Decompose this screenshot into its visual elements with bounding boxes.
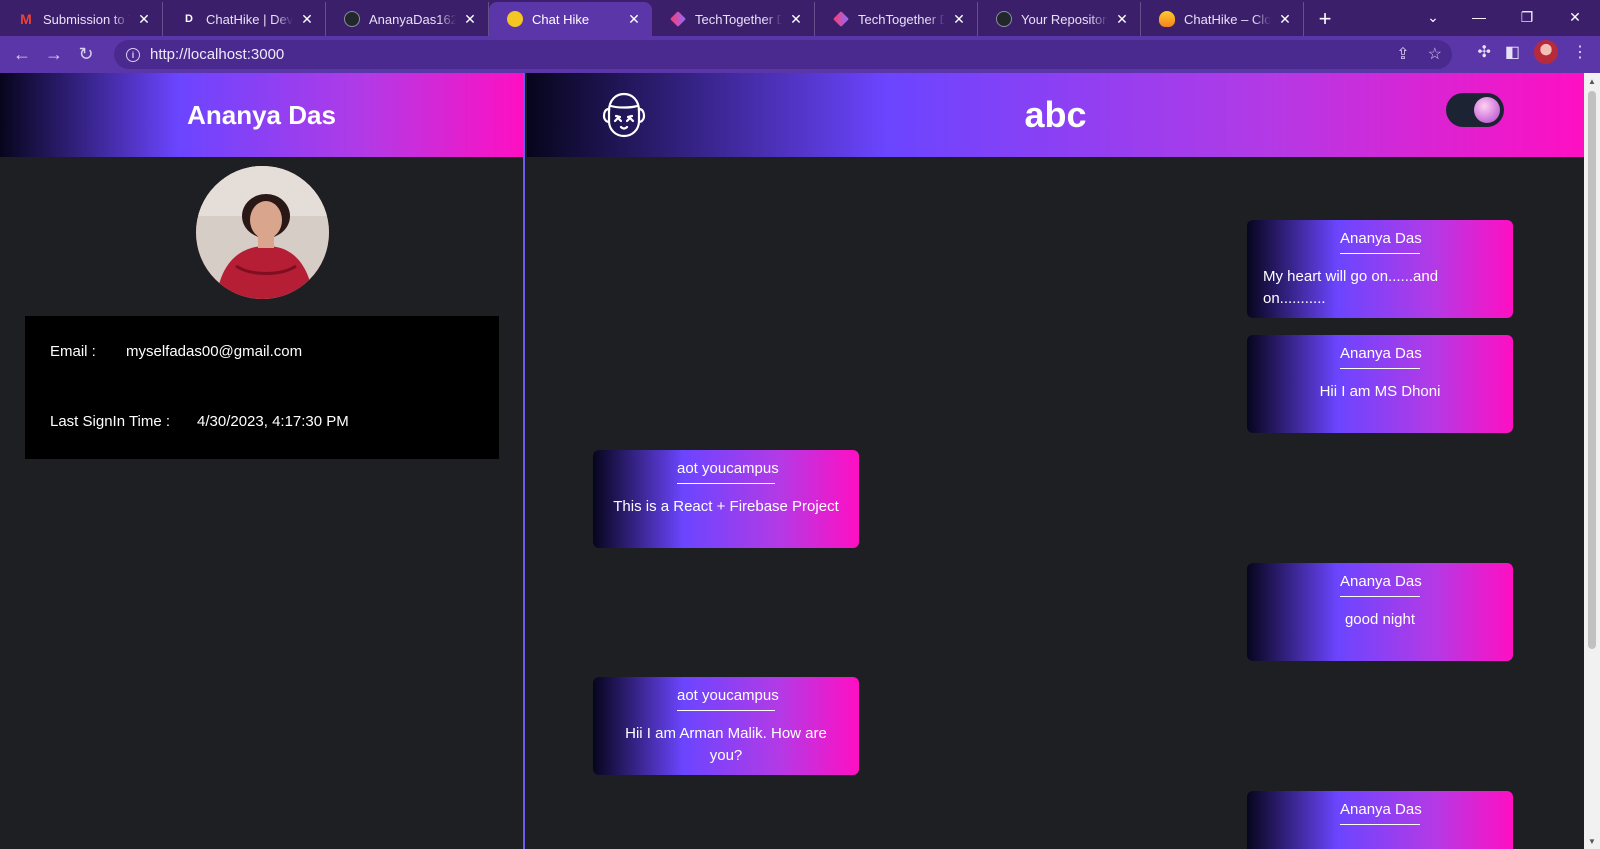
- tab-title: TechTogether Digital: [695, 11, 782, 27]
- message-bubble: aot youcampus This is a React + Firebase…: [593, 450, 859, 548]
- menu-kebab-icon[interactable]: ⋮: [1572, 42, 1588, 62]
- tab-firebase[interactable]: ChatHike – Cloud Firestore ✕: [1141, 2, 1304, 36]
- tab-github-repo[interactable]: AnanyaDas162/ChatHike ✕: [326, 2, 489, 36]
- share-icon[interactable]: ⇪: [1396, 44, 1409, 64]
- tab-your-repositories[interactable]: Your Repositories ✕: [978, 2, 1141, 36]
- tab-gmail[interactable]: M Submission to TechTogether ✕: [0, 2, 163, 36]
- message-bubble: aot youcampus Hii I am Arman Malik. How …: [593, 677, 859, 775]
- firebase-icon: [1159, 11, 1175, 27]
- profile-avatar: [196, 166, 329, 299]
- chat-app: Ananya Das Email : myselfadas00@gmail.co…: [0, 73, 1584, 849]
- email-value: myselfadas00@gmail.com: [126, 343, 303, 360]
- close-icon[interactable]: ✕: [1277, 11, 1293, 28]
- close-icon[interactable]: ✕: [136, 11, 152, 28]
- tab-techtogether-1[interactable]: TechTogether Digital ✕: [652, 2, 815, 36]
- email-label: Email :: [50, 343, 96, 360]
- message-sender: aot youcampus: [677, 687, 779, 711]
- profile-header: Ananya Das: [0, 73, 523, 157]
- tab-search-chevron-icon[interactable]: ⌄: [1410, 0, 1456, 34]
- window-close-button[interactable]: ✕: [1552, 0, 1598, 34]
- tab-title: Submission to TechTogether: [43, 11, 130, 27]
- message-bubble: Ananya Das: [1247, 791, 1513, 849]
- browser-toolbar: ← → ↻ i http://localhost:3000 ⇪ ☆ ✣ ◧ ⋮: [0, 36, 1600, 73]
- message-sender: Ananya Das: [1340, 345, 1422, 369]
- profile-name: Ananya Das: [187, 99, 336, 130]
- message-text: [1247, 825, 1513, 837]
- message-sender: Ananya Das: [1340, 230, 1422, 254]
- message-sender: Ananya Das: [1340, 573, 1422, 597]
- message-bubble: Ananya Das Hii I am MS Dhoni: [1247, 335, 1513, 433]
- tab-title: AnanyaDas162/ChatHike: [369, 11, 456, 27]
- tab-techtogether-2[interactable]: TechTogether Digital ✕: [815, 2, 978, 36]
- address-bar[interactable]: i http://localhost:3000 ⇪ ☆: [114, 40, 1452, 69]
- signin-value: 4/30/2023, 4:17:30 PM: [197, 413, 349, 430]
- message-bubble: Ananya Das My heart will go on......and …: [1247, 220, 1513, 318]
- profile-info-card: Email : myselfadas00@gmail.com Last Sign…: [25, 316, 499, 459]
- scrollbar-thumb[interactable]: [1588, 91, 1596, 649]
- tab-title: Your Repositories: [1021, 11, 1108, 27]
- message-text: This is a React + Firebase Project: [613, 498, 839, 515]
- scroll-up-icon[interactable]: ▲: [1584, 73, 1600, 89]
- chat-hike-icon: [507, 11, 523, 27]
- toggle-knob: [1474, 97, 1500, 123]
- close-icon[interactable]: ✕: [299, 11, 315, 28]
- profile-panel: Ananya Das Email : myselfadas00@gmail.co…: [0, 73, 525, 849]
- devpost-icon: D: [185, 13, 193, 25]
- scroll-down-icon[interactable]: ▼: [1584, 833, 1600, 849]
- message-sender: Ananya Das: [1340, 801, 1422, 825]
- back-arrow-icon[interactable]: ←: [6, 39, 38, 71]
- url-text: http://localhost:3000: [150, 46, 285, 63]
- restore-button[interactable]: ❐: [1504, 0, 1550, 34]
- message-text: My heart will go on......and on.........…: [1263, 268, 1439, 307]
- gmail-icon: M: [20, 11, 32, 27]
- close-icon[interactable]: ✕: [462, 11, 478, 28]
- techtogether-icon: [833, 11, 849, 27]
- techtogether-icon: [670, 11, 686, 27]
- tab-title: ChatHike | Devpost: [206, 11, 293, 27]
- github-icon: [344, 11, 360, 27]
- reload-icon[interactable]: ↻: [70, 39, 102, 71]
- signin-label: Last SignIn Time :: [50, 413, 171, 430]
- theme-toggle[interactable]: [1446, 93, 1504, 127]
- side-panel-icon[interactable]: ◧: [1505, 42, 1520, 62]
- avatar-photo-icon: [196, 166, 329, 299]
- bookmark-star-icon[interactable]: ☆: [1428, 44, 1442, 64]
- close-icon[interactable]: ✕: [951, 11, 967, 28]
- chat-header: abc: [527, 73, 1584, 157]
- profile-avatar-icon[interactable]: [1534, 40, 1558, 64]
- message-sender: aot youcampus: [677, 460, 779, 484]
- forward-arrow-icon[interactable]: →: [38, 39, 70, 71]
- browser-tab-bar: M Submission to TechTogether ✕ D ChatHik…: [0, 0, 1600, 36]
- message-bubble: Ananya Das good night: [1247, 563, 1513, 661]
- close-icon[interactable]: ✕: [1114, 11, 1130, 28]
- chat-face-icon: [602, 92, 646, 138]
- chat-room-title: abc: [1024, 94, 1087, 135]
- site-info-icon[interactable]: i: [126, 47, 140, 62]
- close-icon[interactable]: ✕: [788, 11, 804, 28]
- tab-title: ChatHike – Cloud Firestore: [1184, 11, 1271, 27]
- minimize-button[interactable]: —: [1456, 0, 1502, 34]
- message-text: good night: [1344, 611, 1416, 628]
- chat-panel: abc Ananya Das My heart will go on......…: [527, 73, 1584, 849]
- page-scrollbar[interactable]: ▲ ▼: [1584, 73, 1600, 849]
- tab-title: Chat Hike: [532, 11, 590, 27]
- tab-devpost[interactable]: D ChatHike | Devpost ✕: [163, 2, 326, 36]
- github-icon: [996, 11, 1012, 27]
- new-tab-button[interactable]: +: [1308, 2, 1342, 36]
- message-text: Hii I am MS Dhoni: [1319, 383, 1441, 400]
- extensions-puzzle-icon[interactable]: ✣: [1477, 42, 1490, 62]
- tab-chat-hike[interactable]: Chat Hike ✕: [489, 2, 652, 36]
- close-icon[interactable]: ✕: [626, 11, 642, 28]
- message-text: Hii I am Arman Malik. How are you?: [625, 725, 827, 764]
- tab-title: TechTogether Digital: [858, 11, 945, 27]
